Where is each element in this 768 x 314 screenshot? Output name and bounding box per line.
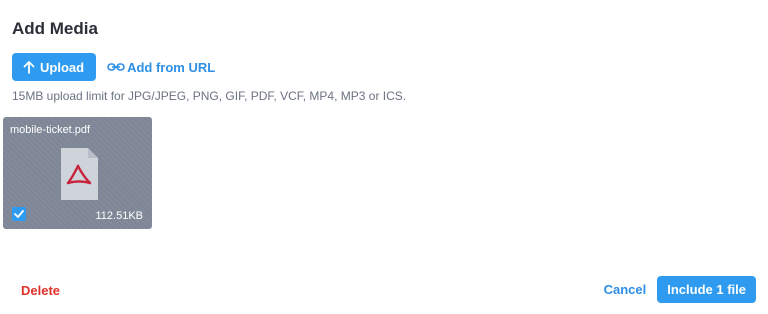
add-from-url-link[interactable]: Add from URL (107, 60, 215, 75)
include-file-button[interactable]: Include 1 file (657, 276, 756, 303)
media-toolbar: Upload Add from URL (12, 53, 215, 81)
upload-limit-text: 15MB upload limit for JPG/JPEG, PNG, GIF… (12, 89, 407, 103)
pdf-icon (61, 148, 98, 200)
dialog-title: Add Media (12, 19, 98, 38)
file-card[interactable]: mobile-ticket.pdf 112.51KB (3, 117, 152, 229)
file-select-checkbox[interactable] (12, 207, 26, 221)
file-size: 112.51KB (95, 210, 143, 222)
file-name: mobile-ticket.pdf (10, 124, 91, 136)
add-media-dialog: Add Media Upload Add from URL 15MB uploa… (0, 0, 768, 314)
add-from-url-label: Add from URL (127, 59, 216, 75)
link-icon (107, 63, 125, 71)
upload-button-label: Upload (40, 59, 85, 75)
arrow-up-icon (23, 61, 35, 74)
dialog-footer-actions: Cancel Include 1 file (604, 276, 756, 303)
upload-button[interactable]: Upload (12, 53, 97, 81)
delete-button[interactable]: Delete (21, 283, 60, 298)
check-icon (14, 210, 24, 218)
cancel-button[interactable]: Cancel (604, 282, 647, 297)
